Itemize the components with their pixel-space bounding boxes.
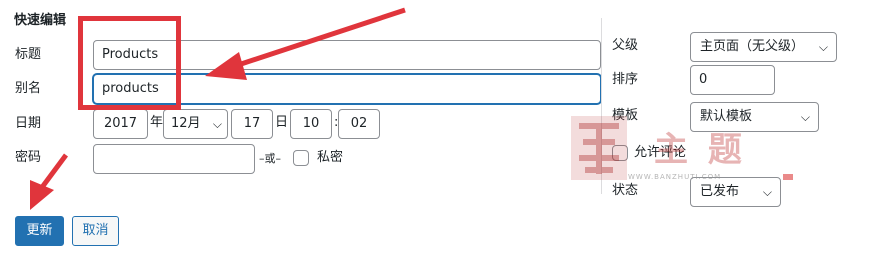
watermark-main: 主 题 <box>654 130 746 170</box>
watermark-seal-icon <box>571 116 627 180</box>
update-button[interactable]: 更新 <box>15 216 64 246</box>
watermark-url: WWW.BANZHUTI.COM <box>628 173 722 181</box>
day-unit: 日 <box>275 115 289 130</box>
panel-title: 快速编辑 <box>14 13 67 28</box>
order-label: 排序 <box>612 72 639 87</box>
date-label: 日期 <box>15 116 42 131</box>
month-select[interactable]: 12月 ⌵ <box>163 109 228 139</box>
parent-label: 父级 <box>612 38 639 53</box>
hour-input[interactable]: 10 <box>290 109 332 139</box>
order-input[interactable]: 0 <box>690 65 775 95</box>
private-label: 私密 <box>317 150 344 165</box>
annotation-highlight-box <box>78 16 181 110</box>
parent-select[interactable]: 主页面（无父级） ⌵ <box>690 32 837 62</box>
slug-label: 别名 <box>15 81 42 96</box>
title-label: 标题 <box>15 47 42 62</box>
cancel-button[interactable]: 取消 <box>72 216 119 246</box>
status-select[interactable]: 已发布 ⌵ <box>690 177 781 207</box>
password-label: 密码 <box>15 150 42 165</box>
or-text: –或– <box>259 152 281 165</box>
chevron-down-icon: ⌵ <box>800 110 810 124</box>
minute-input[interactable]: 02 <box>338 109 380 139</box>
parent-value: 主页面（无父级） <box>700 39 805 54</box>
status-value: 已发布 <box>700 184 740 199</box>
year-input[interactable]: 2017 <box>93 109 148 139</box>
day-input[interactable]: 17 <box>231 109 273 139</box>
private-checkbox[interactable] <box>293 150 309 166</box>
chevron-down-icon: ⌵ <box>212 117 222 131</box>
year-unit: 年 <box>150 115 164 130</box>
chevron-down-icon: ⌵ <box>762 185 772 199</box>
password-input[interactable] <box>93 144 255 174</box>
watermark-dot <box>783 174 793 180</box>
month-value: 12月 <box>171 116 201 131</box>
chevron-down-icon: ⌵ <box>818 40 828 54</box>
